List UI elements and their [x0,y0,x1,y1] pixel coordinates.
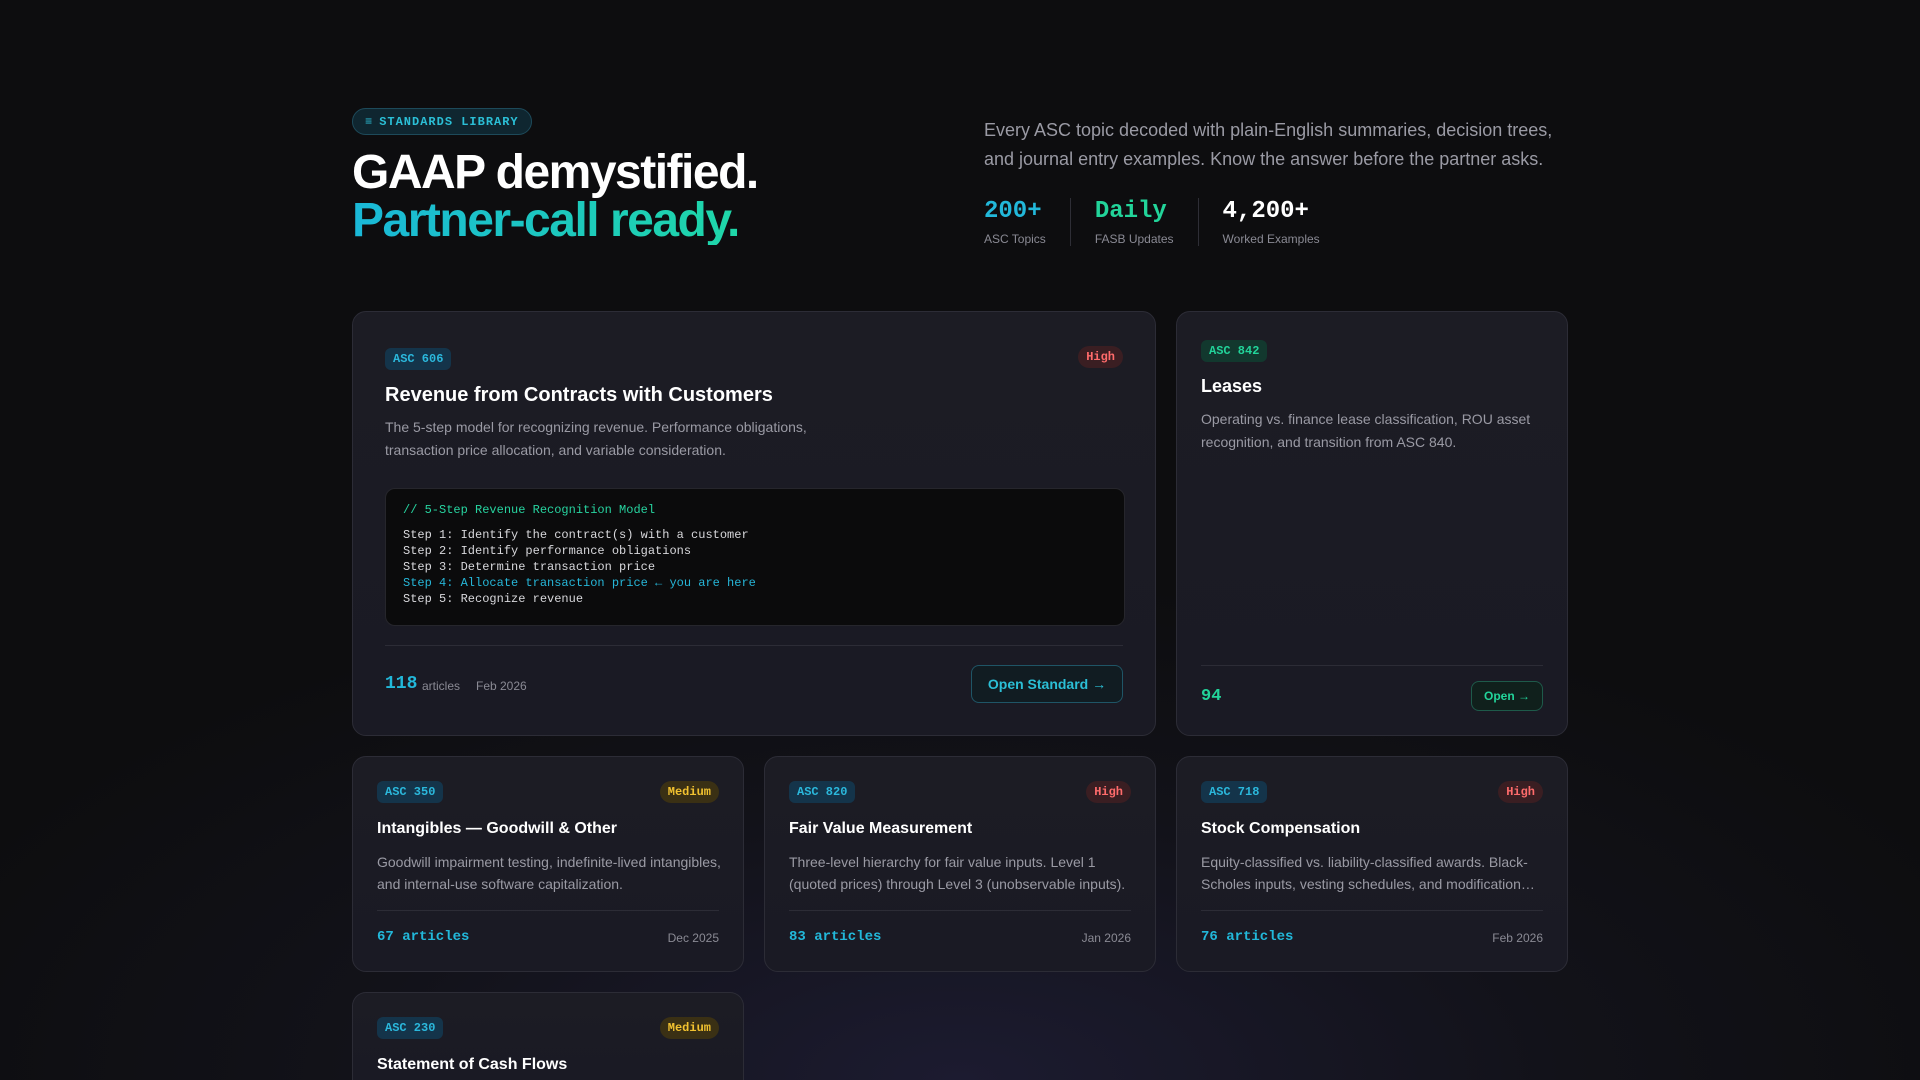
priority-badge: High [1498,781,1543,803]
card-title: Leases [1201,376,1263,396]
divider [1201,910,1543,911]
hero-subtitle: Partner-call ready. [352,194,740,247]
card-asc-350[interactable]: ASC 350 Medium Intangibles — Goodwill & … [352,756,744,972]
hero-left: ≡ STANDARDS LIBRARY GAAP demystified. Pa… [352,108,759,247]
standards-library-pill: ≡ STANDARDS LIBRARY [352,108,532,135]
card-asc-842[interactable]: ASC 842 Leases Operating vs. finance lea… [1176,311,1568,736]
priority-badge: Medium [659,781,719,803]
card-description: Operating vs. finance lease classificati… [1201,411,1531,450]
code-block: // 5-Step Revenue Recognition Model Step… [385,488,1125,626]
stat-topics: 200+ ASC Topics [984,198,1071,246]
asc-tag: ASC 230 [377,1017,444,1039]
card-asc-820[interactable]: ASC 820 High Fair Value Measurement Thre… [764,756,1156,972]
hero-description: Every ASC topic decoded with plain-Engli… [984,120,1553,169]
divider [385,645,1123,646]
articles-link[interactable]: 83 articles [789,929,881,945]
card-title: Stock Compensation [1201,820,1361,837]
code-line-highlighted: Step 4: Allocate transaction price ← you… [403,576,756,590]
hero-title: GAAP demystified. [352,146,759,199]
stat-updates: Daily FASB Updates [1095,198,1199,246]
articles-link[interactable]: 67 articles [377,929,469,945]
asc-tag: ASC 842 [1201,340,1268,362]
asc-tag: ASC 718 [1201,781,1268,803]
card-asc-606[interactable]: ASC 606 High Revenue from Contracts with… [352,311,1156,736]
updated-date: Dec 2025 [667,931,719,945]
articles-link[interactable]: 76 articles [1201,929,1293,945]
pill-label: STANDARDS LIBRARY [379,114,519,129]
stat-label: ASC Topics [984,232,1046,246]
priority-badge: Medium [659,1017,719,1039]
stats-row: 200+ ASC Topics Daily FASB Updates 4,200… [984,198,1564,246]
divider [1201,665,1543,666]
asc-tag: ASC 606 [385,348,452,370]
updated-date: Feb 2026 [1492,931,1543,945]
article-count: 118 [385,674,418,694]
code-comment: // 5-Step Revenue Recognition Model [403,503,656,517]
divider [789,910,1131,911]
card-title: Fair Value Measurement [789,820,973,837]
divider [377,910,719,911]
asc-tag: ASC 350 [377,781,444,803]
priority-badge: High [1078,346,1123,368]
card-title: Statement of Cash Flows [377,1056,568,1073]
article-count-label: articles [422,679,461,693]
code-line: Step 1: Identify the contract(s) with a … [403,528,749,542]
asc-tag: ASC 820 [789,781,856,803]
stat-value: Daily [1094,198,1167,225]
stat-value: 200+ [984,198,1042,225]
article-count: 94 [1201,687,1222,706]
code-line: Step 2: Identify performance obligations [403,544,692,558]
updated-date: Jan 2026 [1081,931,1131,945]
stat-label: Worked Examples [1222,232,1320,246]
open-button[interactable]: Open → [1471,681,1543,711]
code-line: Step 3: Determine transaction price [403,560,656,574]
list-icon: ≡ [365,114,374,129]
card-title: Revenue from Contracts with Customers [385,384,773,406]
hero-right: Every ASC topic decoded with plain-Engli… [984,116,1564,246]
card-description: Three-level hierarchy for fair value inp… [789,854,1126,892]
priority-badge: High [1086,781,1131,803]
card-description: Goodwill impairment testing, indefinite-… [377,854,721,892]
stat-examples: 4,200+ Worked Examples [1223,198,1344,246]
card-asc-718[interactable]: ASC 718 High Stock Compensation Equity-c… [1176,756,1568,972]
code-line: Step 5: Recognize revenue [403,592,584,606]
stat-value: 4,200+ [1222,198,1309,225]
card-title: Intangibles — Goodwill & Other [377,820,618,837]
card-description: Equity-classified vs. liability-classifi… [1201,854,1535,892]
card-description: The 5-step model for recognizing revenue… [385,419,807,458]
updated-date: Feb 2026 [476,679,527,693]
open-standard-button[interactable]: Open Standard → [971,665,1123,703]
card-asc-230[interactable]: ASC 230 Medium Statement of Cash Flows [352,992,744,1080]
stat-label: FASB Updates [1094,232,1174,246]
